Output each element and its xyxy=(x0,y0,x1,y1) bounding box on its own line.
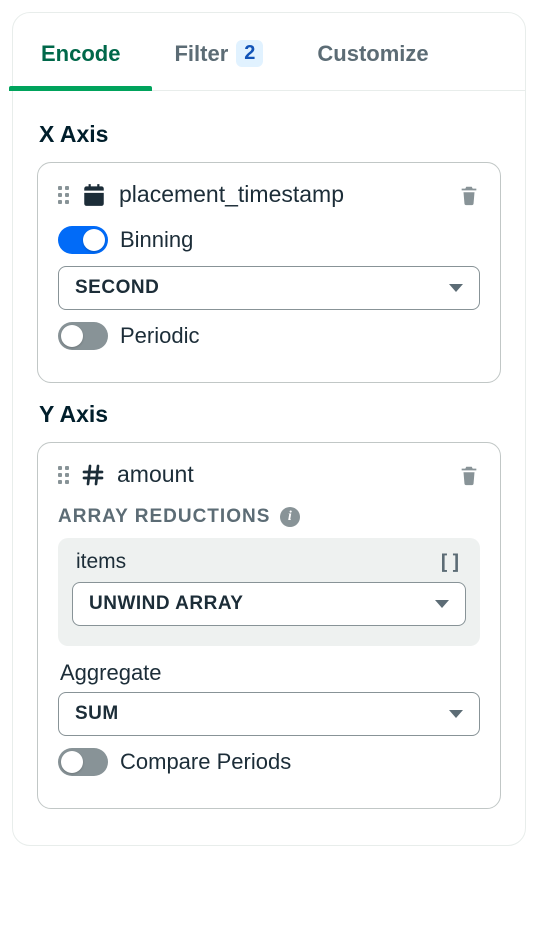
array-reductions-header: ARRAY REDUCTIONS i xyxy=(58,506,480,528)
reduction-select-value: UNWIND ARRAY xyxy=(89,593,243,615)
chevron-down-icon xyxy=(435,600,449,608)
panel-body: X Axis placement_timestamp Binning SEC xyxy=(13,91,525,831)
aggregate-select[interactable]: SUM xyxy=(58,692,480,736)
tab-customize-label: Customize xyxy=(317,41,428,67)
yaxis-field-name: amount xyxy=(117,461,446,488)
yaxis-title: Y Axis xyxy=(39,401,501,428)
filter-count-badge: 2 xyxy=(236,40,263,67)
reduction-field-name: items xyxy=(76,550,126,574)
reduction-box: items [] UNWIND ARRAY xyxy=(58,538,480,646)
array-icon: [] xyxy=(438,550,462,574)
compare-periods-toggle[interactable] xyxy=(58,748,108,776)
periodic-toggle-label: Periodic xyxy=(120,323,199,349)
binning-select[interactable]: SECOND xyxy=(58,266,480,310)
tab-filter[interactable]: Filter 2 xyxy=(174,13,263,90)
array-reductions-label: ARRAY REDUCTIONS xyxy=(58,506,270,528)
xaxis-card: placement_timestamp Binning SECOND Perio… xyxy=(37,162,501,383)
compare-toggle-row: Compare Periods xyxy=(58,748,480,776)
yaxis-field-row: amount xyxy=(58,461,480,488)
xaxis-field-name: placement_timestamp xyxy=(119,181,446,208)
tab-customize[interactable]: Customize xyxy=(317,13,428,90)
tab-encode[interactable]: Encode xyxy=(41,13,120,90)
reduction-head: items [] xyxy=(72,550,466,574)
aggregate-select-value: SUM xyxy=(75,703,119,725)
compare-periods-label: Compare Periods xyxy=(120,749,291,775)
periodic-toggle[interactable] xyxy=(58,322,108,350)
calendar-icon xyxy=(81,182,107,208)
xaxis-field-row: placement_timestamp xyxy=(58,181,480,208)
xaxis-title: X Axis xyxy=(39,121,501,148)
tab-filter-label: Filter xyxy=(174,41,228,67)
aggregate-label: Aggregate xyxy=(60,660,480,686)
binning-toggle-row: Binning xyxy=(58,226,480,254)
hash-icon xyxy=(81,463,105,487)
binning-toggle[interactable] xyxy=(58,226,108,254)
drag-handle-icon[interactable] xyxy=(58,186,69,204)
trash-icon[interactable] xyxy=(458,183,480,207)
tabs: Encode Filter 2 Customize xyxy=(13,13,525,91)
periodic-toggle-row: Periodic xyxy=(58,322,480,350)
binning-toggle-label: Binning xyxy=(120,227,193,253)
tab-encode-label: Encode xyxy=(41,41,120,67)
info-icon[interactable]: i xyxy=(280,507,300,527)
trash-icon[interactable] xyxy=(458,463,480,487)
yaxis-card: amount ARRAY REDUCTIONS i items [] UNWIN… xyxy=(37,442,501,809)
chevron-down-icon xyxy=(449,710,463,718)
drag-handle-icon[interactable] xyxy=(58,466,69,484)
config-panel: Encode Filter 2 Customize X Axis placeme… xyxy=(12,12,526,846)
binning-select-value: SECOND xyxy=(75,277,159,299)
reduction-select[interactable]: UNWIND ARRAY xyxy=(72,582,466,626)
chevron-down-icon xyxy=(449,284,463,292)
